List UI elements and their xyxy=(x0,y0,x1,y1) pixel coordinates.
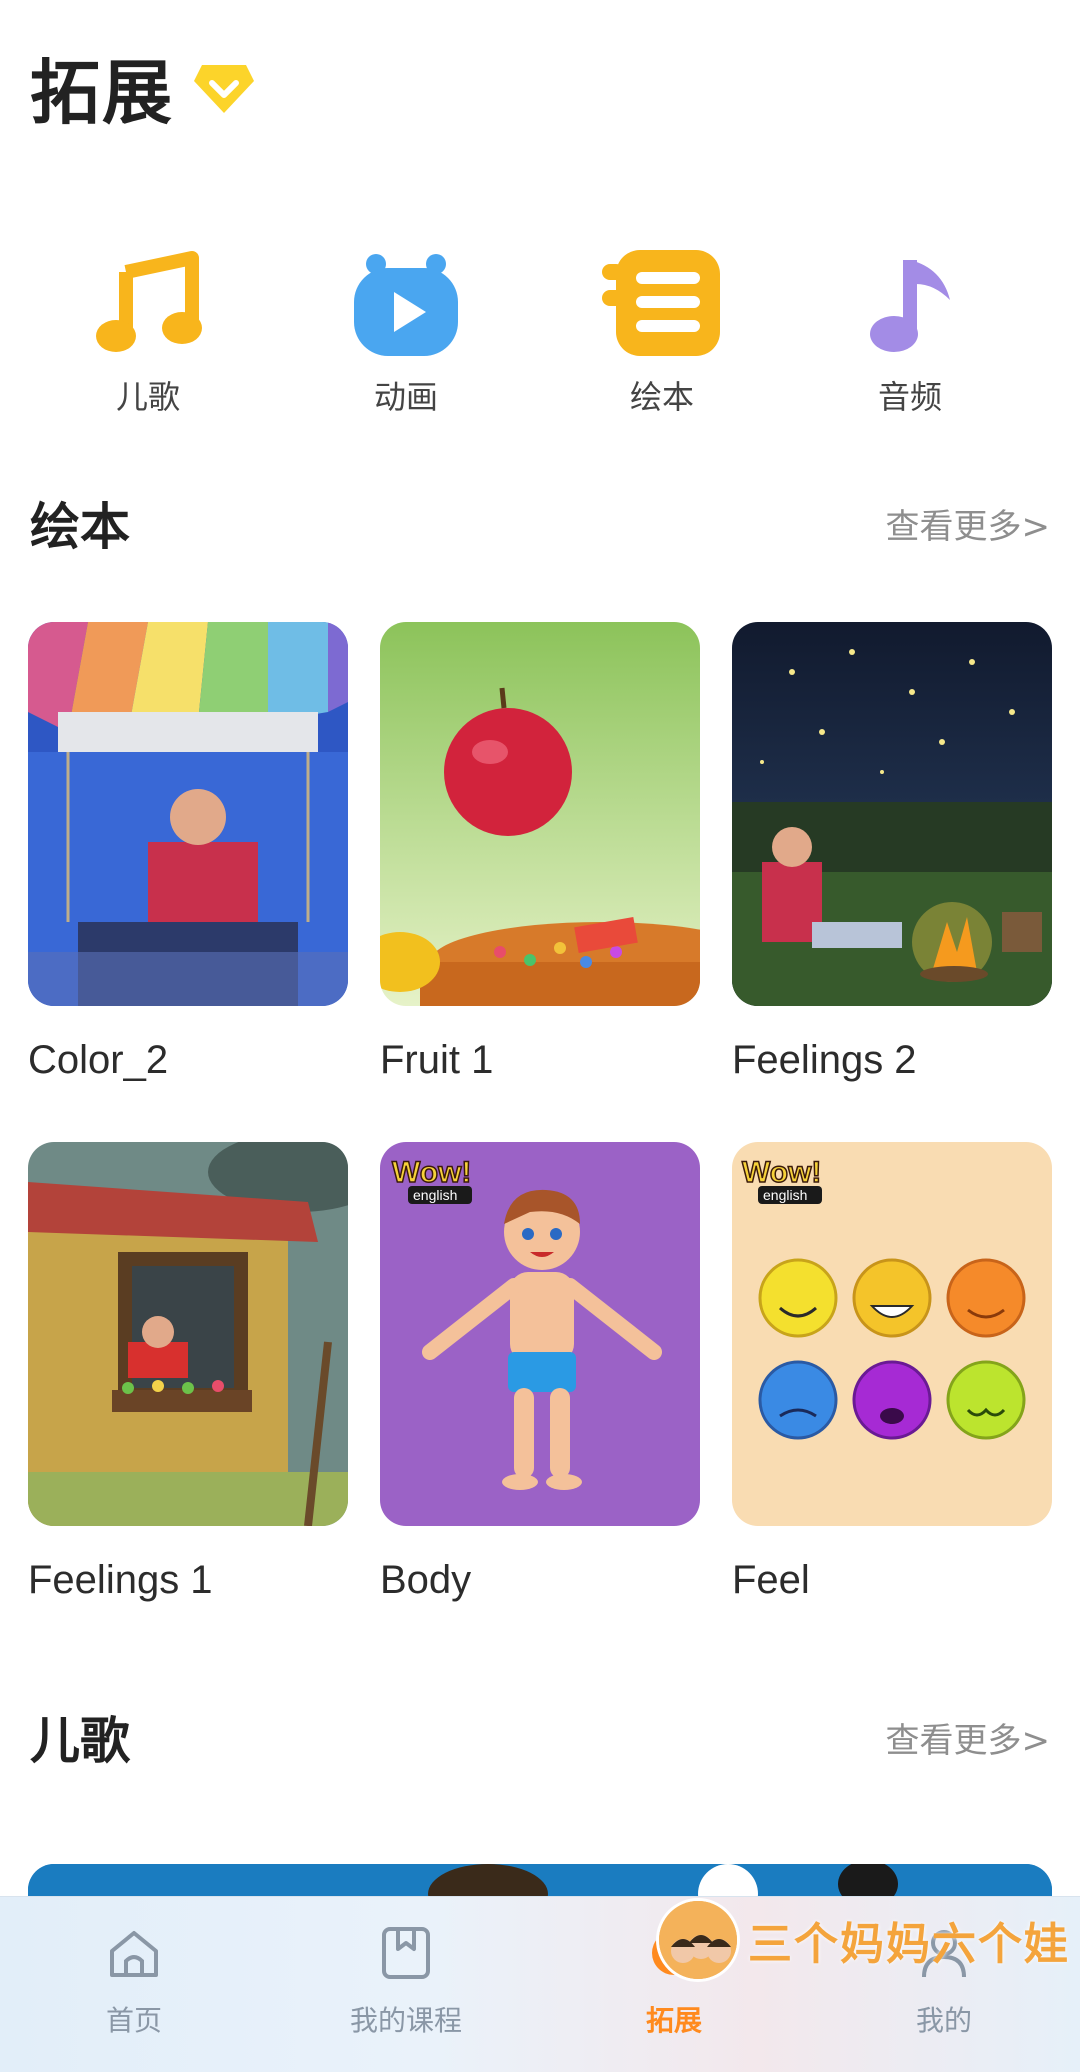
audio-note-icon xyxy=(870,260,950,352)
book-title: Feelings 1 xyxy=(28,1558,213,1602)
book-card[interactable]: Feelings 2 xyxy=(732,622,1052,1083)
tab-home[interactable]: 首页 xyxy=(34,1923,234,2039)
category-row: 儿歌 动画 绘本 音频 xyxy=(0,250,1080,420)
book-card[interactable]: Feelings 1 xyxy=(28,1142,348,1603)
category-label: 动画 xyxy=(373,378,438,416)
watermark-avatar xyxy=(656,1898,740,1982)
tab-label: 我的 xyxy=(915,2004,972,2037)
category-picture-books[interactable]: 绘本 xyxy=(572,250,752,418)
book-card[interactable]: Fruit 1 xyxy=(380,622,700,1083)
book-thumbnail[interactable] xyxy=(380,622,700,1006)
book-title: Fruit 1 xyxy=(380,1038,494,1082)
book-title: Feel xyxy=(732,1558,810,1602)
music-note-icon xyxy=(96,251,202,352)
section-header-picture-books: 绘本 查看更多> xyxy=(30,488,1050,558)
english-logo-text: english xyxy=(763,1187,807,1203)
book-card[interactable]: Wow! english Body xyxy=(380,1142,700,1603)
tab-label: 我的课程 xyxy=(349,2004,462,2037)
bookmark-book-icon xyxy=(382,1927,430,1979)
book-stack-icon xyxy=(602,250,720,356)
section-title: 绘本 xyxy=(30,498,130,556)
book-thumbnail[interactable] xyxy=(732,622,1052,1006)
section-title: 儿歌 xyxy=(30,1712,130,1770)
category-songs[interactable]: 儿歌 xyxy=(58,250,238,418)
book-card[interactable]: Wow! english Feel xyxy=(732,1142,1052,1603)
page-title: 拓展 xyxy=(30,51,174,134)
watermark: 三个妈妈六个娃 xyxy=(656,1898,1070,1982)
book-thumbnail[interactable]: Wow! english xyxy=(380,1142,700,1526)
book-card[interactable]: Color_2 xyxy=(28,622,348,1083)
tab-my-courses[interactable]: 我的课程 xyxy=(306,1923,506,2039)
tab-label: 拓展 xyxy=(645,2004,702,2037)
wow-logo-text: Wow! xyxy=(392,1156,471,1189)
watermark-text: 三个妈妈六个娃 xyxy=(748,1919,1070,1970)
book-title: Feelings 2 xyxy=(732,1038,917,1082)
vip-diamond-icon[interactable] xyxy=(192,57,256,117)
see-more-link[interactable]: 查看更多> xyxy=(886,1713,1051,1762)
book-title: Body xyxy=(380,1558,472,1602)
section-header-songs: 儿歌 查看更多> xyxy=(30,1702,1050,1772)
page-header: 拓展 xyxy=(30,42,256,134)
category-audio[interactable]: 音频 xyxy=(820,250,1000,418)
wow-logo-text: Wow! xyxy=(742,1156,821,1189)
english-logo-text: english xyxy=(413,1187,457,1203)
home-icon xyxy=(110,1931,158,1977)
see-more-link[interactable]: 查看更多> xyxy=(886,499,1051,548)
category-label: 音频 xyxy=(877,378,942,416)
book-thumbnail[interactable] xyxy=(28,1142,348,1526)
category-label: 绘本 xyxy=(629,378,694,416)
book-thumbnail[interactable]: Wow! english xyxy=(732,1142,1052,1526)
book-thumbnail[interactable] xyxy=(28,622,348,1006)
category-label: 儿歌 xyxy=(115,378,180,416)
book-title: Color_2 xyxy=(28,1038,169,1082)
category-animation[interactable]: 动画 xyxy=(316,250,496,418)
tab-label: 首页 xyxy=(105,2004,162,2037)
tv-play-icon xyxy=(354,254,458,356)
